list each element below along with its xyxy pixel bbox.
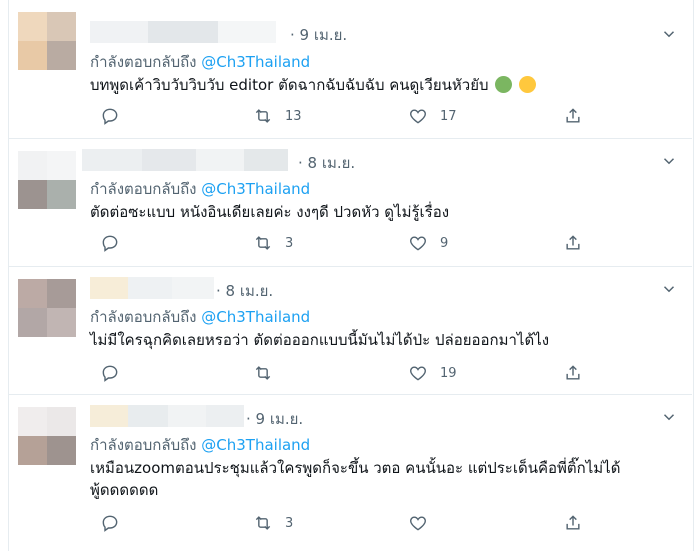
chevron-down-icon[interactable] xyxy=(660,25,678,43)
tweet-actions: 3 xyxy=(90,513,610,535)
retweet-button[interactable] xyxy=(253,363,285,383)
like-button[interactable] xyxy=(408,513,440,533)
mention-link[interactable]: @Ch3Thailand xyxy=(201,180,310,198)
reply-icon xyxy=(102,108,118,125)
retweet-count: 3 xyxy=(285,515,294,531)
reply-button[interactable] xyxy=(100,513,132,533)
heart-icon xyxy=(410,516,426,531)
blurred-username[interactable] xyxy=(90,277,214,299)
tweet[interactable]: · 9 เม.ย. กำลังตอบกลับถึง @Ch3Thailand บ… xyxy=(8,0,692,139)
reply-label: กำลังตอบกลับถึง xyxy=(90,308,202,326)
avatar[interactable] xyxy=(18,279,76,337)
share-button[interactable] xyxy=(563,363,583,383)
tweet[interactable]: · 8 เม.ย. กำลังตอบกลับถึง @Ch3Thailand ไ… xyxy=(8,267,692,395)
like-button[interactable]: 9 xyxy=(408,233,448,253)
blurred-username[interactable] xyxy=(82,149,288,171)
retweet-button[interactable]: 13 xyxy=(253,106,302,126)
share-button[interactable] xyxy=(563,233,583,253)
tweet-date[interactable]: · 8 เม.ย. xyxy=(216,279,273,303)
reply-button[interactable] xyxy=(100,363,132,383)
tweet[interactable]: · 9 เม.ย. กำลังตอบกลับถึง @Ch3Thailand เ… xyxy=(8,395,692,551)
reply-icon xyxy=(102,515,118,532)
reply-label: กำลังตอบกลับถึง xyxy=(90,436,202,454)
heart-icon xyxy=(410,109,426,124)
tweet[interactable]: · 8 เม.ย. กำลังตอบกลับถึง @Ch3Thailand ต… xyxy=(8,139,692,267)
retweet-icon xyxy=(255,236,271,250)
blurred-username[interactable] xyxy=(90,21,276,43)
avatar[interactable] xyxy=(18,12,76,70)
tweet-text: ไม่มีใครฉุกคิดเลยหรอว่า ตัดต่อออกแบบนี้ม… xyxy=(90,331,550,349)
avatar[interactable] xyxy=(18,151,76,209)
blurred-username[interactable] xyxy=(90,405,244,427)
reply-label: กำลังตอบกลับถึง xyxy=(90,180,202,198)
retweet-button[interactable]: 3 xyxy=(253,513,293,533)
reply-icon xyxy=(102,235,118,252)
mention-link[interactable]: @Ch3Thailand xyxy=(201,436,310,454)
reply-context: กำลังตอบกลับถึง @Ch3Thailand xyxy=(90,433,310,457)
tweet-text-body: บทพูดเค้าวิบวับวิบวับ editor ตัดฉากฉับฉั… xyxy=(90,76,489,94)
tweet-text-line: เหมือนzoomตอนประชุมแล้วใครพูดก็จะขึ้น วต… xyxy=(90,459,621,477)
reply-context: กำลังตอบกลับถึง @Ch3Thailand xyxy=(90,50,310,74)
heart-icon xyxy=(410,236,426,251)
chevron-down-icon[interactable] xyxy=(660,408,678,426)
retweet-count: 13 xyxy=(285,108,302,124)
tweet-actions: 3 9 xyxy=(90,233,610,255)
like-button[interactable]: 17 xyxy=(408,106,457,126)
share-icon xyxy=(566,235,580,250)
mention-link[interactable]: @Ch3Thailand xyxy=(201,53,310,71)
tweet-text: เหมือนzoomตอนประชุมแล้วใครพูดก็จะขึ้น วต… xyxy=(90,457,680,501)
tweet-date[interactable]: · 9 เม.ย. xyxy=(290,23,347,47)
like-count: 19 xyxy=(440,365,457,381)
share-button[interactable] xyxy=(563,513,583,533)
reply-icon xyxy=(102,365,118,382)
reply-label: กำลังตอบกลับถึง xyxy=(90,53,202,71)
like-count: 9 xyxy=(440,235,449,251)
reply-context: กำลังตอบกลับถึง @Ch3Thailand xyxy=(90,305,310,329)
share-button[interactable] xyxy=(563,106,583,126)
dizzy-face-emoji xyxy=(519,76,537,93)
reply-context: กำลังตอบกลับถึง @Ch3Thailand xyxy=(90,177,310,201)
avatar[interactable] xyxy=(18,407,76,465)
share-icon xyxy=(566,108,580,123)
tweet-date[interactable]: · 8 เม.ย. xyxy=(298,151,355,175)
tweet-text: ตัดต่อซะแบบ หนังอินเดียเลยค่ะ งงๆดี ปวดห… xyxy=(90,203,450,221)
reply-button[interactable] xyxy=(100,233,132,253)
retweet-icon xyxy=(255,366,271,380)
retweet-count: 3 xyxy=(285,235,294,251)
share-icon xyxy=(566,515,580,530)
retweet-icon xyxy=(255,516,271,530)
retweet-button[interactable]: 3 xyxy=(253,233,293,253)
tweet-actions: 13 17 xyxy=(90,106,610,128)
mention-link[interactable]: @Ch3Thailand xyxy=(201,308,310,326)
nauseated-face-emoji xyxy=(495,76,513,93)
chevron-down-icon[interactable] xyxy=(660,152,678,170)
tweet-actions: 19 xyxy=(90,363,610,385)
tweet-text-line: พู้ดดดดดด xyxy=(90,481,159,499)
like-count: 17 xyxy=(440,108,457,124)
like-button[interactable]: 19 xyxy=(408,363,457,383)
tweet-date[interactable]: · 9 เม.ย. xyxy=(246,407,303,431)
reply-button[interactable] xyxy=(100,106,132,126)
heart-icon xyxy=(410,366,426,381)
share-icon xyxy=(566,365,580,380)
retweet-icon xyxy=(255,109,271,123)
chevron-down-icon[interactable] xyxy=(660,280,678,298)
tweet-text: บทพูดเค้าวิบวับวิบวับ editor ตัดฉากฉับฉั… xyxy=(90,74,650,96)
